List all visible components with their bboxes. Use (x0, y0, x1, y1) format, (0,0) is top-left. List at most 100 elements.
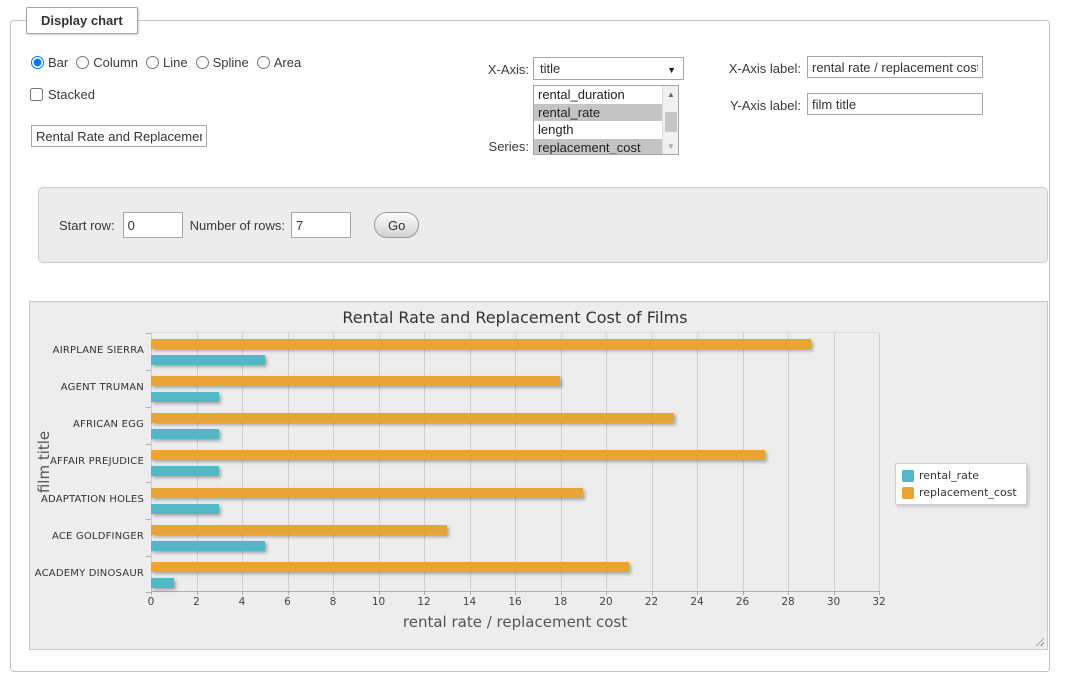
radio-label-area: Area (274, 55, 301, 70)
x-tick-label: 8 (313, 596, 353, 608)
x-axis-tick-labels: 02468101214161820222426283032 (151, 596, 879, 609)
x-axis-tick (879, 591, 880, 595)
x-axis-label-field-label: X-Axis label: (681, 61, 801, 76)
chart-title-input[interactable] (31, 125, 207, 147)
radio-label-spline: Spline (213, 55, 249, 70)
fieldset-legend: Display chart (26, 7, 138, 34)
x-tick-label: 14 (450, 596, 490, 608)
category-labels: AIRPLANE SIERRAAGENT TRUMANAFRICAN EGGAF… (30, 332, 144, 592)
x-tick-label: 10 (359, 596, 399, 608)
bar-replacement_cost (151, 562, 629, 572)
x-tick-label: 6 (268, 596, 308, 608)
bar-replacement_cost (151, 413, 674, 423)
category-band (151, 333, 879, 370)
category-label: AFRICAN EGG (30, 406, 144, 443)
x-tick-label: 2 (177, 596, 217, 608)
category-band (151, 444, 879, 481)
scrollbar-thumb[interactable] (665, 112, 677, 132)
chart-type-radio-spline[interactable]: Spline (196, 55, 249, 70)
stacked-checkbox[interactable] (30, 88, 43, 101)
chart-legend: rental_rate replacement_cost (895, 463, 1027, 505)
display-chart-fieldset: Display chart BarColumnLineSplineArea St… (10, 20, 1050, 672)
x-tick-label: 24 (677, 596, 717, 608)
category-band (151, 556, 879, 593)
category-band (151, 482, 879, 519)
series-option-length[interactable]: length (534, 121, 662, 139)
bar-replacement_cost (151, 450, 765, 460)
chart-type-radio-line[interactable]: Line (146, 55, 188, 70)
radio-spline[interactable] (196, 56, 209, 69)
chart-type-radio-group: Bar Column Line Spline Area (31, 55, 309, 70)
bar-rental_rate (151, 541, 265, 551)
x-axis-select[interactable]: title ▼ (533, 57, 684, 80)
category-label: ACADEMY DINOSAUR (30, 555, 144, 592)
bar-replacement_cost (151, 525, 447, 535)
x-tick-label: 4 (222, 596, 262, 608)
y-axis-tick (146, 592, 151, 593)
stacked-checkbox-row[interactable]: Stacked (30, 87, 95, 102)
go-button[interactable]: Go (374, 212, 419, 238)
num-rows-label: Number of rows: (190, 218, 285, 233)
series-listbox[interactable]: rental_durationrental_ratelengthreplacem… (533, 85, 679, 155)
stacked-label: Stacked (48, 87, 95, 102)
radio-label-bar: Bar (48, 55, 68, 70)
scroll-up-icon[interactable]: ▲ (663, 86, 679, 102)
category-label: ADAPTATION HOLES (30, 481, 144, 518)
legend-swatch-rental_rate (902, 470, 914, 482)
bar-rental_rate (151, 578, 174, 588)
resize-handle-icon[interactable] (1034, 636, 1044, 646)
bar-rental_rate (151, 466, 219, 476)
legend-item-replacement_cost[interactable]: replacement_cost (902, 486, 1017, 499)
series-options: rental_durationrental_ratelengthreplacem… (534, 86, 662, 154)
num-rows-input[interactable] (291, 212, 351, 238)
x-tick-label: 18 (541, 596, 581, 608)
series-scrollbar[interactable]: ▲ ▼ (662, 86, 678, 154)
category-label: AFFAIR PREJUDICE (30, 443, 144, 480)
bar-rental_rate (151, 429, 219, 439)
x-tick-label: 0 (131, 596, 171, 608)
legend-item-rental_rate[interactable]: rental_rate (902, 469, 1017, 482)
category-band (151, 407, 879, 444)
x-axis-select-value: title (540, 61, 560, 76)
bar-replacement_cost (151, 488, 583, 498)
category-label: AGENT TRUMAN (30, 369, 144, 406)
legend-swatch-replacement_cost (902, 487, 914, 499)
bar-replacement_cost (151, 376, 560, 386)
x-tick-label: 12 (404, 596, 444, 608)
x-axis-label-input[interactable] (807, 56, 983, 78)
row-controls-panel: Start row: Number of rows: Go (38, 187, 1048, 263)
bar-rental_rate (151, 504, 219, 514)
category-label: AIRPLANE SIERRA (30, 332, 144, 369)
gridline (879, 333, 880, 591)
start-row-input[interactable] (123, 212, 183, 238)
series-option-rental_rate[interactable]: rental_rate (534, 104, 662, 122)
legend-label: replacement_cost (919, 486, 1017, 499)
chart-type-radio-bar[interactable]: Bar (31, 55, 68, 70)
x-tick-label: 16 (495, 596, 535, 608)
bar-rental_rate (151, 392, 219, 402)
chart-type-radio-area[interactable]: Area (257, 55, 301, 70)
series-option-rental_duration[interactable]: rental_duration (534, 86, 662, 104)
x-tick-label: 20 (586, 596, 626, 608)
radio-area[interactable] (257, 56, 270, 69)
radio-bar[interactable] (31, 56, 44, 69)
y-axis-label-input[interactable] (807, 93, 983, 115)
x-tick-label: 26 (723, 596, 763, 608)
bar-replacement_cost (151, 339, 811, 349)
radio-line[interactable] (146, 56, 159, 69)
x-axis-title: rental rate / replacement cost (151, 613, 879, 631)
chevron-down-icon: ▼ (667, 65, 676, 75)
category-band (151, 370, 879, 407)
legend-label: rental_rate (919, 469, 979, 482)
series-option-replacement_cost[interactable]: replacement_cost (534, 139, 662, 156)
chart: Rental Rate and Replacement Cost of Film… (29, 301, 1048, 650)
bar-rental_rate (151, 355, 265, 365)
category-band (151, 519, 879, 556)
radio-label-line: Line (163, 55, 188, 70)
x-tick-label: 22 (632, 596, 672, 608)
chart-type-radio-column[interactable]: Column (76, 55, 138, 70)
scroll-down-icon[interactable]: ▼ (663, 138, 679, 154)
plot-area (151, 332, 879, 592)
radio-label-column: Column (93, 55, 138, 70)
radio-column[interactable] (76, 56, 89, 69)
